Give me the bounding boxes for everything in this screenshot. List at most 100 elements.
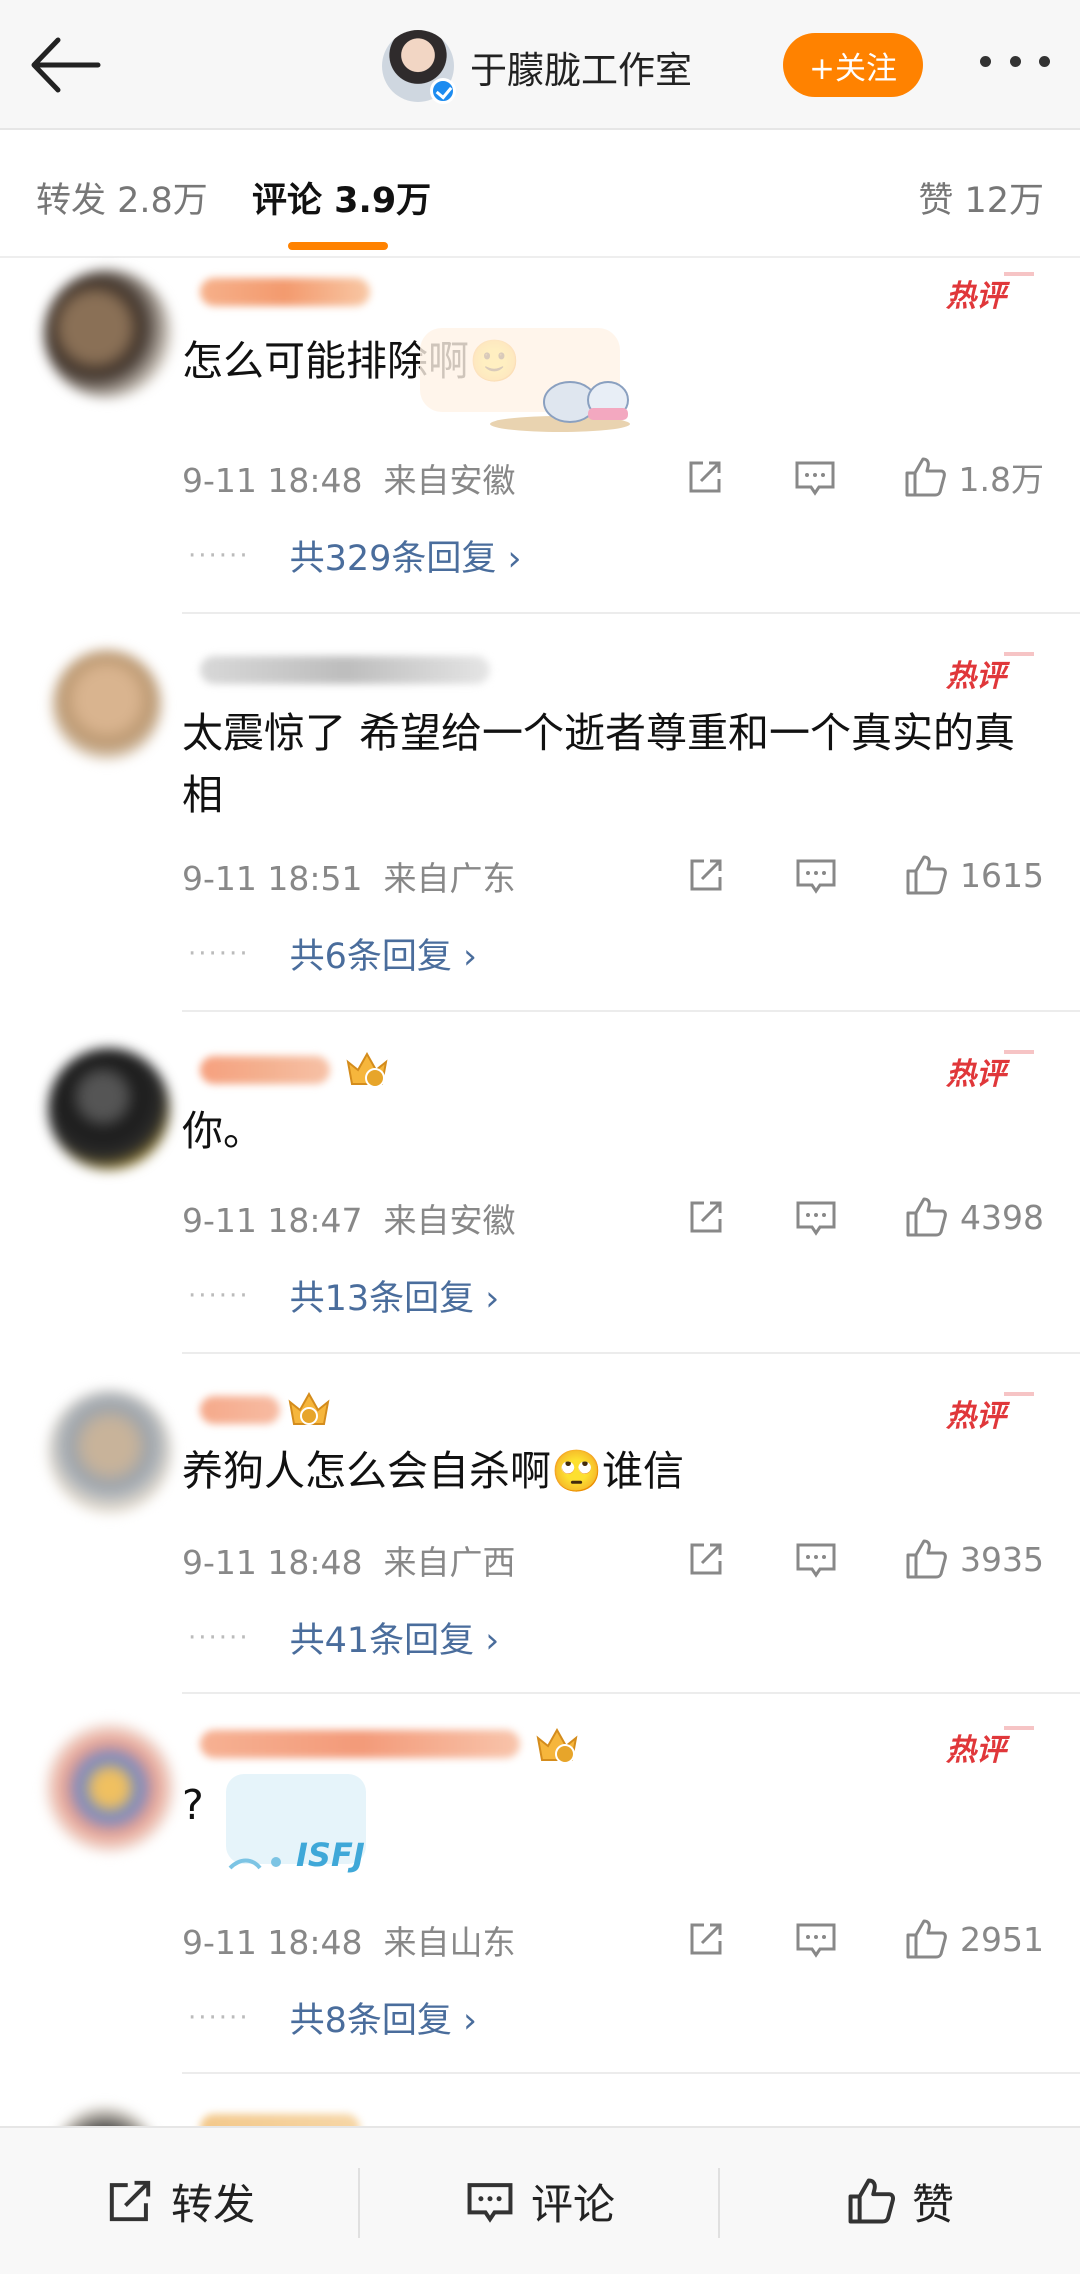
tab-comment[interactable]: 评论 3.9万 <box>252 172 431 223</box>
comment-actions: 1615 <box>684 850 1044 900</box>
comment-text: 你。 <box>182 1107 264 1155</box>
reply-icon[interactable] <box>794 853 838 897</box>
hot-comment-badge: 热评 <box>946 1050 1034 1092</box>
svg-text:热评: 热评 <box>946 279 1011 314</box>
hot-comment-badge: 热评 <box>946 272 1034 314</box>
isfj-sticker: ISFJ <box>224 1774 394 1884</box>
like-count: 3935 <box>960 1539 1044 1579</box>
avatar[interactable] <box>48 1048 170 1170</box>
comment-time: 9-11 18:48 <box>182 1543 363 1582</box>
repost-label: 转发 <box>170 2179 255 2229</box>
follow-button[interactable]: +关注 <box>783 33 923 97</box>
comment-time: 9-11 18:47 <box>182 1201 363 1240</box>
like-button[interactable]: 赞 <box>720 2128 1080 2274</box>
tab-like[interactable]: 赞 12万 <box>918 172 1044 223</box>
reply-dots: ······ <box>188 2002 250 2033</box>
like-icon[interactable] <box>904 1917 948 1961</box>
comment-location: 来自广东 <box>383 859 516 898</box>
view-replies-link[interactable]: ······ 共329条回复 › <box>188 530 522 581</box>
comment-item: 热评 怎么可能排除啊🙂 9-11 18:48 来自安徽 1.8万 ······ … <box>0 258 1080 614</box>
thumbs-up-icon <box>848 2178 895 2224</box>
comment-item-partial <box>0 2074 1080 2126</box>
reply-icon[interactable] <box>794 1195 838 1239</box>
reply-icon[interactable] <box>794 1917 838 1961</box>
share-icon[interactable] <box>684 1537 728 1581</box>
top-bar: 于朦胧工作室 +关注 <box>0 0 1080 130</box>
like-label: 赞 <box>911 2179 954 2229</box>
like-count: 1.8万 <box>958 460 1044 499</box>
avatar[interactable] <box>52 650 162 760</box>
view-replies-link[interactable]: ······ 共8条回复 › <box>188 1992 477 2043</box>
like-count: 1615 <box>960 855 1044 895</box>
svg-text:热评: 热评 <box>946 1399 1011 1434</box>
comment-meta: 9-11 18:47 来自安徽 <box>182 1194 515 1242</box>
comment-location: 来自安徽 <box>383 1201 516 1240</box>
view-replies-link[interactable]: ······ 共13条回复 › <box>188 1270 499 1321</box>
comment-meta: 9-11 18:48 来自广西 <box>182 1536 515 1584</box>
username-blurred[interactable] <box>200 1396 280 1424</box>
crown-badge-icon <box>346 1051 388 1088</box>
svg-text:热评: 热评 <box>946 1733 1011 1768</box>
comment-actions: 1.8万 <box>683 452 1044 502</box>
avatar[interactable] <box>50 2108 160 2126</box>
comment-location: 来自安徽 <box>383 461 516 500</box>
avatar[interactable] <box>46 1724 174 1852</box>
like-icon[interactable] <box>904 1195 948 1239</box>
comment-item: 热评 太震惊了 希望给一个逝者尊重和一个真实的真相 9-11 18:51 来自广… <box>0 614 1080 1012</box>
repost-button[interactable]: 转发 <box>0 2128 360 2274</box>
view-replies-link[interactable]: ······ 共41条回复 › <box>188 1612 499 1663</box>
comment-location: 来自山东 <box>383 1923 516 1962</box>
like-icon[interactable] <box>904 853 948 897</box>
avatar[interactable] <box>48 1390 172 1514</box>
svg-text:ISFJ: ISFJ <box>296 1836 365 1874</box>
share-icon[interactable] <box>684 1917 728 1961</box>
back-arrow-icon[interactable] <box>28 34 102 96</box>
cat-sticker-icon <box>420 328 630 432</box>
tab-repost[interactable]: 转发 2.8万 <box>36 172 208 223</box>
like-icon[interactable] <box>904 1537 948 1581</box>
crown-badge-icon <box>288 1391 330 1425</box>
comment-actions: 3935 <box>684 1534 1044 1584</box>
hot-comment-badge: 热评 <box>946 1726 1034 1768</box>
reply-icon[interactable] <box>794 1537 838 1581</box>
reply-count: 共41条回复 › <box>289 1621 500 1661</box>
reply-count: 共329条回复 › <box>289 539 522 579</box>
comment-location: 来自广西 <box>383 1543 516 1582</box>
reply-icon[interactable] <box>793 455 837 499</box>
reply-count: 共8条回复 › <box>289 2001 477 2041</box>
comment-time: 9-11 18:51 <box>182 859 363 898</box>
username-blurred[interactable] <box>200 1730 520 1758</box>
comment-text: 太震惊了 希望给一个逝者尊重和一个真实的真相 <box>182 709 1016 819</box>
avatar[interactable] <box>44 270 172 398</box>
svg-text:热评: 热评 <box>946 1057 1011 1092</box>
comment-label: 评论 <box>530 2179 615 2229</box>
bottom-action-bar: 转发 评论 赞 <box>0 2126 1080 2274</box>
svg-text:热评: 热评 <box>946 659 1011 694</box>
page-title: 于朦胧工作室 <box>470 49 692 92</box>
comment-time: 9-11 18:48 <box>182 461 363 500</box>
comment-button[interactable]: 评论 <box>360 2128 720 2274</box>
more-options-icon[interactable] <box>980 56 1050 70</box>
comment-actions: 4398 <box>684 1192 1044 1242</box>
comment-item: 热评 ? ISFJ 9-11 18:48 来自山东 2951 ······ 共8… <box>0 1694 1080 2074</box>
hot-comment-badge: 热评 <box>946 652 1034 694</box>
hot-comment-badge: 热评 <box>946 1392 1034 1434</box>
crown-badge-icon <box>536 1727 578 1764</box>
username-blurred[interactable] <box>200 656 490 684</box>
share-icon[interactable] <box>684 1195 728 1239</box>
comment-meta: 9-11 18:51 来自广东 <box>182 852 515 900</box>
share-icon[interactable] <box>684 853 728 897</box>
comment-item: 热评 你。 9-11 18:47 来自安徽 4398 ······ 共13条回复… <box>0 1012 1080 1354</box>
reply-count: 共13条回复 › <box>289 1279 500 1319</box>
username-blurred[interactable] <box>200 278 370 306</box>
view-replies-link[interactable]: ······ 共6条回复 › <box>188 928 477 979</box>
like-count: 2951 <box>960 1919 1044 1959</box>
comment-text: 养狗人怎么会自杀啊🙄谁信 <box>182 1447 685 1495</box>
share-icon[interactable] <box>683 455 727 499</box>
like-icon[interactable] <box>903 455 947 499</box>
reply-dots: ······ <box>188 938 250 969</box>
comment-icon <box>467 2183 513 2223</box>
username-blurred[interactable] <box>200 2114 360 2126</box>
username-blurred[interactable] <box>200 1056 330 1084</box>
reply-dots: ······ <box>188 1280 250 1311</box>
